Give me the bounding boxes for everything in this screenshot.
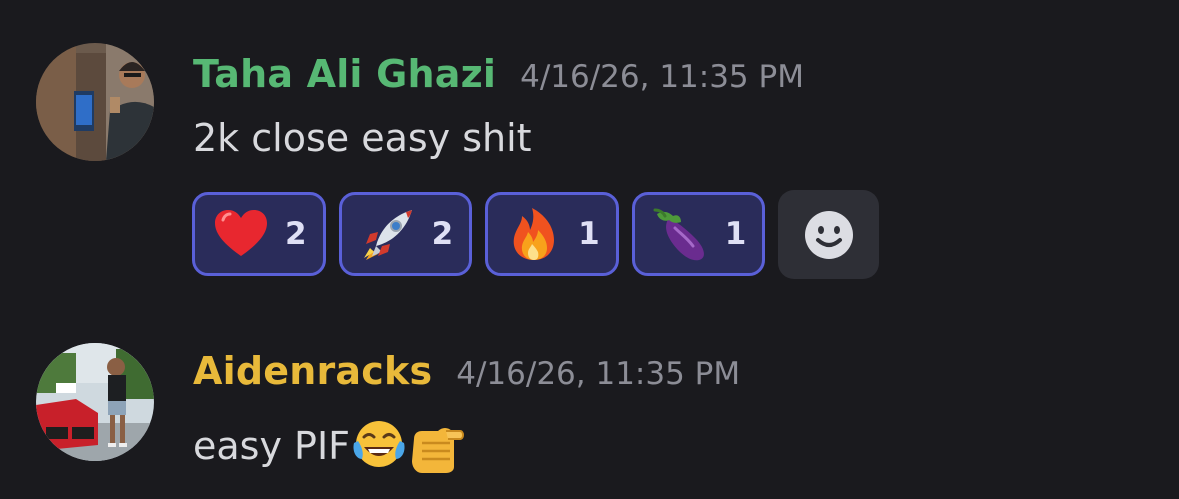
message: Taha Ali Ghazi 4/16/26, 11:35 PM 2k clos… (0, 0, 1179, 300)
reaction-count: 1 (724, 216, 747, 252)
reaction-eggplant[interactable]: 1 (631, 192, 766, 276)
message-text: easy PIF (193, 424, 351, 468)
reaction-rocket[interactable]: 2 (338, 192, 473, 276)
smiley-face-icon (804, 210, 853, 259)
username[interactable]: Taha Ali Ghazi (193, 52, 496, 96)
message-text: 2k close easy shit (193, 116, 532, 160)
chat-view: Taha Ali Ghazi 4/16/26, 11:35 PM 2k clos… (0, 0, 1179, 499)
reaction-count: 2 (285, 216, 307, 252)
reaction-heart[interactable]: 2 (192, 192, 326, 276)
eggplant-icon (653, 208, 704, 261)
add-reaction-button[interactable] (778, 190, 880, 279)
fire-icon (513, 208, 555, 260)
fist-pointing-icon (412, 428, 465, 473)
face-with-tears-of-joy-icon (353, 421, 405, 467)
avatar[interactable] (36, 43, 154, 161)
rocket-icon (363, 210, 412, 260)
reactions-bar: 2 2 1 1 (192, 190, 880, 279)
red-heart-icon (215, 210, 267, 256)
reaction-fire[interactable]: 1 (485, 192, 619, 276)
message-header: Aidenracks 4/16/26, 11:35 PM (193, 349, 740, 393)
username[interactable]: Aidenracks (193, 349, 432, 393)
avatar[interactable] (36, 343, 154, 461)
timestamp: 4/16/26, 11:35 PM (456, 356, 741, 392)
message: Aidenracks 4/16/26, 11:35 PM easy PIF (0, 300, 1179, 499)
reaction-count: 2 (431, 216, 454, 252)
message-content: easy PIF (193, 417, 466, 475)
message-header: Taha Ali Ghazi 4/16/26, 11:35 PM (193, 52, 804, 96)
timestamp: 4/16/26, 11:35 PM (520, 59, 804, 95)
reaction-count: 1 (578, 216, 600, 252)
